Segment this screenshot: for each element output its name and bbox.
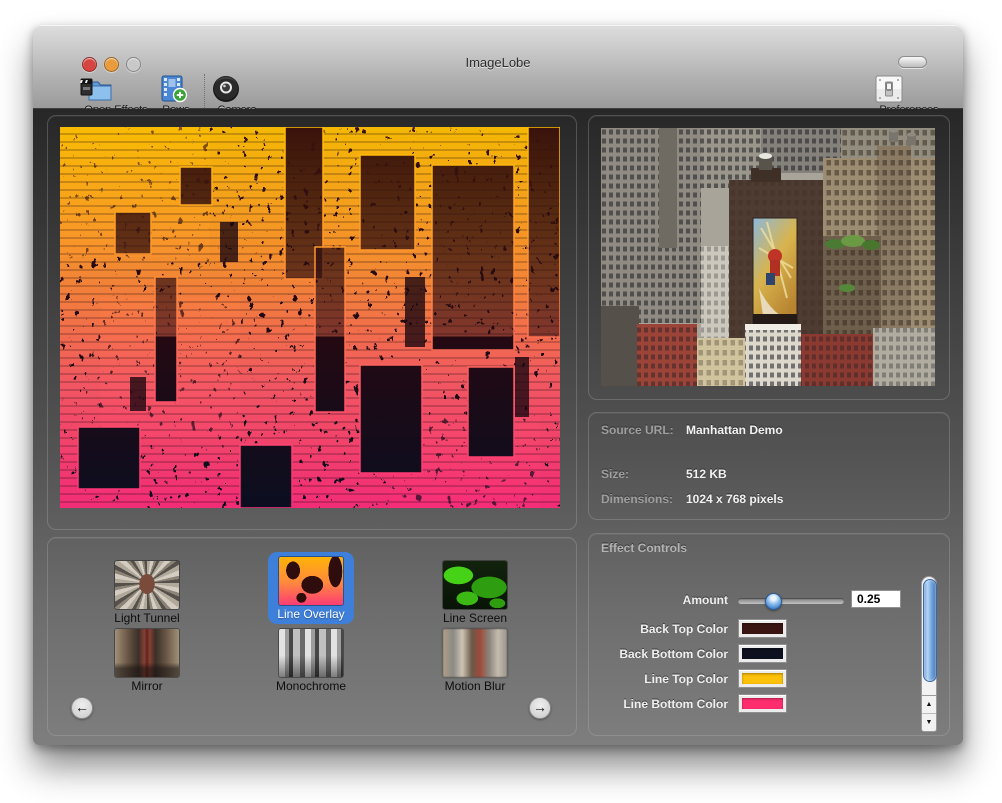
camera-icon <box>211 75 263 103</box>
back-bottom-color-well[interactable] <box>738 644 787 663</box>
preview-panel <box>47 115 577 530</box>
effect-item-line-overlay[interactable]: Line Overlay <box>268 552 354 624</box>
light-switch-icon <box>875 75 943 103</box>
down-arrow-icon: ▼ <box>926 719 933 726</box>
source-url-label: Source URL: <box>601 423 685 437</box>
effect-preview-image <box>60 127 560 508</box>
controls-scrollbar[interactable]: ▲ ▼ <box>921 576 937 732</box>
source-url-value: Manhattan Demo <box>686 423 783 437</box>
effect-controls-panel: Effect Controls Amount 0.25 Back Top Col… <box>588 533 950 736</box>
amount-label: Amount <box>589 593 728 607</box>
effects-browser-panel: Light Tunnel Line Overlay Line Screen Mi… <box>47 537 577 736</box>
next-effects-button[interactable]: → <box>529 697 551 719</box>
effect-controls-title: Effect Controls <box>601 541 687 555</box>
line-bottom-color-label: Line Bottom Color <box>589 697 728 711</box>
amount-slider-knob[interactable] <box>765 593 782 610</box>
effect-label: Line Overlay <box>277 607 344 621</box>
motion-blur-thumbnail <box>443 629 507 677</box>
window-chrome: ImageLobe Ope <box>33 25 963 109</box>
dimensions-label: Dimensions: <box>601 492 685 506</box>
size-label: Size: <box>601 467 685 481</box>
toolbar-toggle-button[interactable] <box>898 56 927 68</box>
effect-label: Mirror <box>131 679 162 693</box>
scroll-down-button[interactable]: ▼ <box>922 713 936 731</box>
line-bottom-color-well[interactable] <box>738 694 787 713</box>
image-info-panel: Source URL: Manhattan Demo Size: 512 KB … <box>588 412 950 520</box>
line-bottom-color-swatch <box>742 698 783 709</box>
dimensions-value: 1024 x 768 pixels <box>686 492 783 506</box>
right-arrow-icon: → <box>533 699 547 715</box>
back-top-color-label: Back Top Color <box>589 622 728 636</box>
amount-slider[interactable] <box>738 598 844 604</box>
effects-folder-icon <box>79 75 153 103</box>
effect-item-monochrome[interactable]: Monochrome <box>246 624 376 693</box>
desktop: ImageLobe Ope <box>0 0 1002 803</box>
size-value: 512 KB <box>686 467 727 481</box>
mirror-thumbnail <box>115 629 179 677</box>
effect-item-mirror[interactable]: Mirror <box>82 624 212 693</box>
window-title: ImageLobe <box>33 55 963 70</box>
back-top-color-swatch <box>742 623 783 634</box>
imagelobe-window: ImageLobe Ope <box>33 25 963 745</box>
back-bottom-color-swatch <box>742 648 783 659</box>
effect-label: Line Screen <box>443 611 507 625</box>
left-arrow-icon: ← <box>75 699 89 715</box>
back-bottom-color-label: Back Bottom Color <box>589 647 728 661</box>
line-top-color-label: Line Top Color <box>589 672 728 686</box>
content-area: Source URL: Manhattan Demo Size: 512 KB … <box>33 109 963 745</box>
effect-item-line-screen[interactable]: Line Screen <box>410 556 540 625</box>
source-photo <box>601 128 935 386</box>
previous-effects-button[interactable]: ← <box>71 697 93 719</box>
line-top-color-swatch <box>742 673 783 684</box>
toolbar: Open Effects <box>33 72 963 108</box>
effect-label: Monochrome <box>276 679 346 693</box>
light-tunnel-thumbnail <box>115 561 179 609</box>
effect-item-motion-blur[interactable]: Motion Blur <box>410 624 540 693</box>
line-screen-thumbnail <box>443 561 507 609</box>
effect-label: Motion Blur <box>445 679 506 693</box>
scroll-up-button[interactable]: ▲ <box>922 696 936 713</box>
line-top-color-well[interactable] <box>738 669 787 688</box>
back-top-color-well[interactable] <box>738 619 787 638</box>
scrollbar-track[interactable] <box>921 576 937 695</box>
scrollbar-thumb[interactable] <box>923 579 937 682</box>
filmstrip-add-icon <box>155 75 197 103</box>
up-arrow-icon: ▲ <box>926 701 933 708</box>
toolbar-separator <box>204 74 205 110</box>
amount-value-field[interactable]: 0.25 <box>851 590 901 608</box>
effect-label: Light Tunnel <box>114 611 179 625</box>
line-overlay-thumbnail <box>279 557 343 605</box>
monochrome-thumbnail <box>279 629 343 677</box>
source-photo-panel <box>588 115 950 400</box>
effect-item-light-tunnel[interactable]: Light Tunnel <box>82 556 212 625</box>
scrollbar-buttons: ▲ ▼ <box>921 695 937 732</box>
